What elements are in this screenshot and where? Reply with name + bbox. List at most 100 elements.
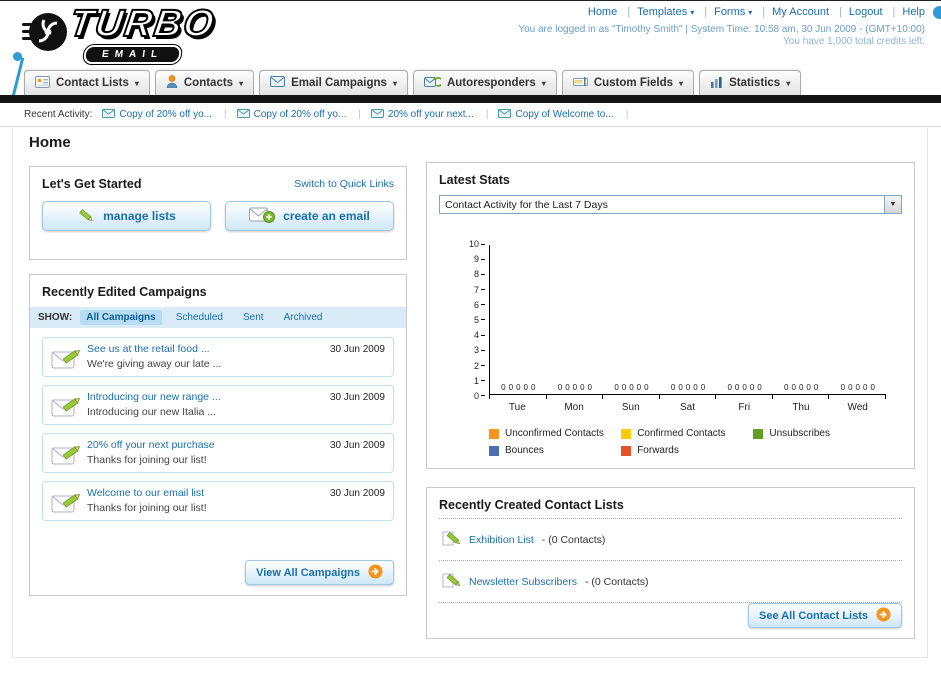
legend-swatch [489,445,499,456]
chart-x-tick [602,395,659,399]
campaign-date: 30 Jun 2009 [329,392,385,403]
recent-activity-item[interactable]: Copy of 20% off yo... [102,109,226,121]
latest-stats-panel: Latest Stats Contact Activity for the La… [426,162,915,469]
filter-archived[interactable]: Archived [278,310,329,325]
chart-y-tick: 9 [474,254,485,264]
legend-swatch [621,428,632,439]
chart-x-label: Fri [738,402,751,413]
logo-title: TURBO [66,2,219,46]
chart-x-label: Tue [508,402,526,413]
contact-list-link[interactable]: Exhibition List [469,534,534,546]
recent-activity-item[interactable]: Copy of Welcome to... [498,109,628,121]
app-logo[interactable]: TURBO EMAIL [6,2,286,109]
stats-range-value: Contact Activity for the Last 7 Days [445,198,608,211]
nav-tab-autoresponders[interactable]: Autoresponders ▾ [412,70,557,95]
envelope-plus-icon [249,206,275,227]
chart-bar-group: 00000 [773,383,830,392]
contacts-icon [166,75,178,91]
nav-tab-custom-fields[interactable]: Custom Fields ▾ [561,70,695,95]
nav-tab-contact-lists[interactable]: Contact Lists ▾ [24,70,150,95]
create-email-button[interactable]: create an email [225,201,394,231]
pencil-icon [77,206,95,227]
campaigns-title: Recently Edited Campaigns [42,285,207,299]
legend-swatch [621,445,632,456]
legend-item: Forwards [621,445,753,456]
chart-x-label: Thu [792,402,810,413]
chart-value-label: 0 [848,383,853,392]
chart-value-label: 0 [678,383,683,392]
chart-value-label: 0 [870,383,875,392]
chart-value-label: 0 [508,383,514,392]
chart-bar-group: 00000 [716,383,773,392]
legend-label: Forwards [637,445,679,456]
chart-value-label: 0 [670,383,676,392]
legend-label: Unconfirmed Contacts [505,428,604,439]
legend-item: Unconfirmed Contacts [489,428,621,439]
chart-x-labels: Tue Mon Sun Sat Fri Thu Wed [489,402,886,413]
legend-item: Unsubscribes [753,428,885,439]
chart-value-label: 0 [523,383,528,392]
email-campaigns-icon [270,76,286,90]
top-link-my-account[interactable]: My Account [772,6,849,18]
campaign-item[interactable]: Welcome to our email list Thanks for joi… [42,481,394,521]
top-link-templates[interactable]: Templates ▾ [637,6,714,18]
chart-x-label: Mon [564,402,584,413]
campaign-subtitle: Thanks for joining our list! [87,454,207,466]
nav-tab-email-campaigns[interactable]: Email Campaigns ▾ [259,70,408,95]
manage-lists-button[interactable]: manage lists [42,201,211,231]
campaign-item[interactable]: Introducing our new range ... Introducin… [42,385,394,425]
recent-activity-item[interactable]: 20% off your next... [371,109,489,121]
nav-tab-label: Contacts [183,77,234,89]
chart-y-tick: 6 [474,300,485,310]
chevron-down-icon: ▾ [690,7,695,17]
chevron-down-icon: ▾ [392,78,397,88]
top-link-home[interactable]: Home [588,6,637,18]
envelope-icon [237,109,250,121]
campaign-item[interactable]: See us at the retail food ... We're givi… [42,337,394,377]
top-link-logout[interactable]: Logout [849,6,903,18]
chart-value-label: 0 [587,383,592,392]
chart-value-label: 0 [749,383,755,392]
legend-swatch [489,428,499,439]
contact-list-item[interactable]: Newsletter Subscribers - (0 Contacts) [439,561,902,603]
chevron-down-icon: ▾ [239,78,244,88]
contact-list-detail: - (0 Contacts) [584,575,649,588]
stats-range-select[interactable]: Contact Activity for the Last 7 Days ▼ [439,195,902,214]
chart-plot-area: 00000000000000000000000000000000000 [489,245,886,395]
chart-y-tick: 3 [474,345,485,355]
contact-list-link[interactable]: Newsletter Subscribers [469,576,577,588]
campaign-date: 30 Jun 2009 [329,440,385,451]
campaign-item[interactable]: 20% off your next purchase Thanks for jo… [42,433,394,473]
filter-all-campaigns[interactable]: All Campaigns [80,310,162,325]
recent-activity-label: Recent Activity: [24,109,93,120]
chart-value-label: 0 [572,383,578,392]
chart-bars: 00000000000000000000000000000000000 [490,383,886,392]
chart-value-label: 0 [840,383,846,392]
chart-value-label: 0 [791,383,796,392]
chart-x-label: Sun [621,402,640,413]
campaign-date: 30 Jun 2009 [329,344,385,355]
view-all-campaigns-button[interactable]: View All Campaigns [245,560,394,585]
chart-value-label: 0 [862,383,868,392]
top-link-help[interactable]: Help [902,6,925,18]
main-nav: Contact Lists ▾ Contacts ▾ Email Campaig… [0,67,941,95]
nav-tab-label: Email Campaigns [291,77,387,89]
nav-tab-statistics[interactable]: Statistics ▾ [699,70,802,95]
logo-subtitle: EMAIL [82,45,183,64]
legend-label: Unsubscribes [769,428,830,439]
chart-value-label: 0 [629,383,634,392]
switch-quick-links-link[interactable]: Switch to Quick Links [294,178,394,190]
top-link-forms[interactable]: Forms ▾ [714,6,772,18]
autoresponders-icon [423,76,444,91]
chart-value-label: 0 [636,383,642,392]
recent-activity-item[interactable]: Copy of 20% off yo... [237,109,361,121]
chart-bar-group: 00000 [660,383,717,392]
top-link-label: Forms [714,6,746,18]
chart-value-label: 0 [557,383,563,392]
see-all-contact-lists-button[interactable]: See All Contact Lists [747,603,902,628]
contact-list-item[interactable]: Exhibition List - (0 Contacts) [439,519,902,561]
filter-sent[interactable]: Sent [237,310,270,325]
nav-tab-contacts[interactable]: Contacts ▾ [154,70,255,95]
envelope-pencil-icon [51,442,81,471]
filter-scheduled[interactable]: Scheduled [170,310,229,325]
